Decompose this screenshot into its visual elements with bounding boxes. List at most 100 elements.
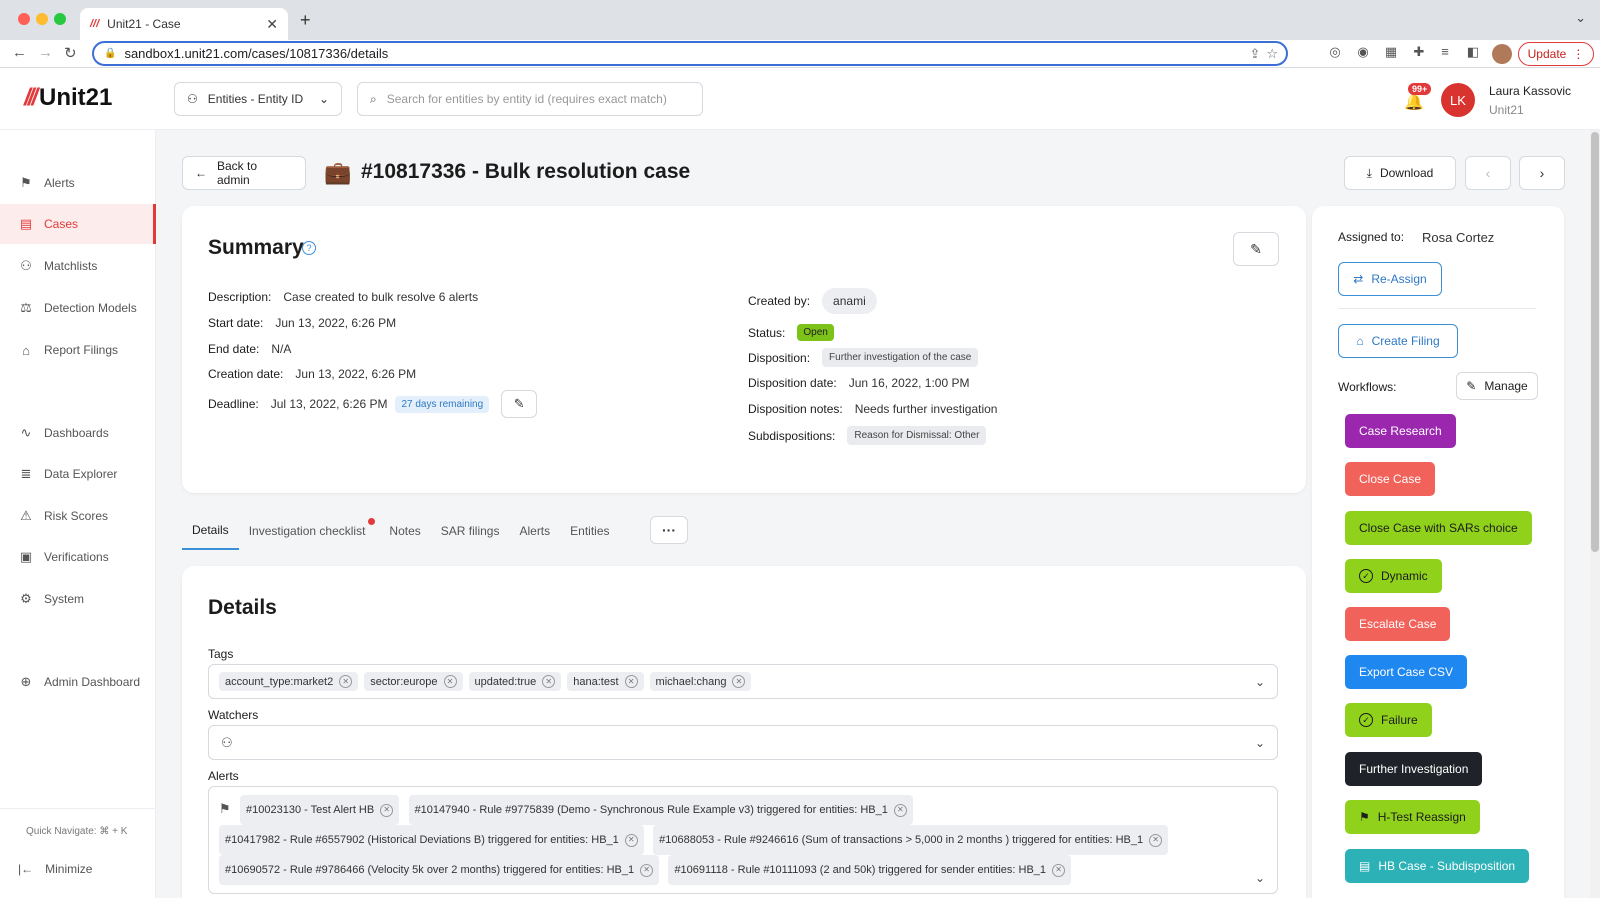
edit-icon: ✎ xyxy=(1250,240,1262,257)
quick-navigate-hint: Quick Navigate: ⌘ + K xyxy=(26,826,128,837)
alerts-input[interactable]: ⚑ #10023130 - Test Alert HB ✕ #10147940 -… xyxy=(208,786,1278,894)
workflow-label: Close Case with SARs choice xyxy=(1359,521,1518,535)
remove-alert-icon[interactable]: ✕ xyxy=(893,803,907,817)
workflow-button-export-case-csv[interactable]: Export Case CSV xyxy=(1345,655,1468,689)
user-org: Unit21 xyxy=(1489,103,1524,117)
remove-alert-icon[interactable]: ✕ xyxy=(1052,863,1066,877)
sidebar-item-report-filings[interactable]: ⌂ Report Filings xyxy=(0,330,156,370)
field-label: Description: xyxy=(208,290,272,304)
sidepanel-icon[interactable]: ◧ xyxy=(1464,44,1482,62)
workflow-button-escalate-case[interactable]: Escalate Case xyxy=(1345,607,1451,641)
avatar[interactable]: LK xyxy=(1441,83,1475,117)
minimize-window-button[interactable] xyxy=(36,13,48,25)
field-label: Disposition date: xyxy=(748,376,837,390)
workflow-button-close-case-with-sars-choice[interactable]: Close Case with SARs choice xyxy=(1345,511,1532,545)
media-icon[interactable]: ≡ xyxy=(1436,44,1454,62)
edit-deadline-button[interactable]: ✎ xyxy=(501,390,538,418)
puzzle-icon[interactable]: ✚ xyxy=(1410,44,1428,62)
workflow-button-dynamic[interactable]: ✓ Dynamic xyxy=(1345,559,1442,593)
sidebar-item-admin-dashboard[interactable]: ⊕ Admin Dashboard xyxy=(0,662,156,702)
entity-type-select[interactable]: ⚇ Entities - Entity ID ⌄ xyxy=(174,82,342,116)
sidebar-item-system[interactable]: ⚙ System xyxy=(0,579,156,619)
remove-alert-icon[interactable]: ✕ xyxy=(1149,833,1163,847)
manage-workflows-button[interactable]: ✎ Manage xyxy=(1456,372,1538,400)
update-button[interactable]: Update ⋮ xyxy=(1518,42,1594,66)
entity-search-input[interactable]: ⌕ Search for entities by entity id (requ… xyxy=(357,82,703,116)
previous-case-button[interactable]: ‹ xyxy=(1465,156,1511,190)
sidebar-item-cases[interactable]: ▤ Cases xyxy=(0,204,156,244)
extension-icon[interactable]: ◉ xyxy=(1354,44,1372,62)
extension-icon[interactable]: ▦ xyxy=(1382,44,1400,62)
share-icon[interactable]: ⇪ xyxy=(1249,46,1260,62)
close-tab-icon[interactable]: ✕ xyxy=(266,16,278,33)
tab-investigation-checklist[interactable]: Investigation checklist xyxy=(239,512,380,550)
remove-alert-icon[interactable]: ✕ xyxy=(624,833,638,847)
back-arrow-icon[interactable]: ← xyxy=(12,44,27,61)
close-window-button[interactable] xyxy=(18,13,30,25)
sidebar-item-dashboards[interactable]: ∿ Dashboards xyxy=(0,413,156,453)
subdisposition-chip: Reason for Dismissal: Other xyxy=(847,426,987,445)
sidebar-item-alerts[interactable]: ⚑ Alerts xyxy=(0,163,156,203)
workflow-button-close-case[interactable]: Close Case xyxy=(1345,462,1436,496)
workflow-button-h-test-reassign[interactable]: ⚑ H-Test Reassign xyxy=(1345,800,1480,834)
edit-summary-button[interactable]: ✎ xyxy=(1233,232,1279,266)
chevron-down-icon[interactable]: ⌄ xyxy=(1575,10,1586,26)
workflow-button-case-research[interactable]: Case Research xyxy=(1345,414,1456,448)
status-field: Status: Open xyxy=(748,324,834,341)
tags-input[interactable]: account_type:market2 ✕ sector:europe ✕ upd… xyxy=(208,664,1278,699)
tab-details[interactable]: Details xyxy=(182,512,239,550)
help-icon[interactable]: ? xyxy=(302,241,316,255)
forward-arrow-icon[interactable]: → xyxy=(38,44,53,61)
workflow-button-failure[interactable]: ✓ Failure xyxy=(1345,703,1432,737)
sidebar-item-verifications[interactable]: ▣ Verifications xyxy=(0,537,156,577)
workflow-button-further-investigation[interactable]: Further Investigation xyxy=(1345,752,1483,786)
browser-tab[interactable]: /// Unit21 - Case ✕ xyxy=(80,8,288,40)
remove-tag-icon[interactable]: ✕ xyxy=(624,675,638,688)
sidebar-item-data-explorer[interactable]: ≣ Data Explorer xyxy=(0,454,156,494)
next-case-button[interactable]: › xyxy=(1519,156,1565,190)
tab-alerts[interactable]: Alerts xyxy=(509,512,560,550)
chevron-down-icon[interactable]: ⌄ xyxy=(1255,871,1265,885)
back-to-admin-button[interactable]: ← Back to admin xyxy=(182,156,306,190)
tab-notes[interactable]: Notes xyxy=(379,512,430,550)
reassign-button[interactable]: ⇄ Re-Assign xyxy=(1338,262,1442,296)
search-placeholder: Search for entities by entity id (requir… xyxy=(386,92,667,106)
minimize-button[interactable]: |← Minimize xyxy=(18,862,92,876)
maximize-window-button[interactable] xyxy=(54,13,66,25)
watchers-input[interactable]: ⚇ ⌄ xyxy=(208,725,1278,760)
sidebar-item-detection-models[interactable]: ⚖ Detection Models xyxy=(0,288,156,328)
create-filing-button[interactable]: ⌂ Create Filing xyxy=(1338,324,1458,358)
remove-tag-icon[interactable]: ✕ xyxy=(443,675,457,688)
unit21-logo[interactable]: /// Unit21 xyxy=(24,84,112,112)
tab-sar-filings[interactable]: SAR filings xyxy=(431,512,510,550)
profile-avatar[interactable] xyxy=(1492,44,1512,64)
assigned-value: Rosa Cortez xyxy=(1422,230,1495,245)
more-tabs-button[interactable]: ··· xyxy=(650,516,688,544)
download-button[interactable]: ⤓ Download xyxy=(1344,156,1456,190)
summary-card xyxy=(182,206,1306,493)
reload-icon[interactable]: ↻ xyxy=(64,44,77,62)
remove-tag-icon[interactable]: ✕ xyxy=(542,675,556,688)
created-by-field: Created by: anami xyxy=(748,288,877,314)
notification-dot xyxy=(368,518,376,525)
address-bar[interactable]: 🔒 sandbox1.unit21.com/cases/10817336/det… xyxy=(92,41,1288,66)
remove-tag-icon[interactable]: ✕ xyxy=(732,675,746,688)
new-tab-icon[interactable]: + xyxy=(300,10,311,31)
sidebar-item-matchlists[interactable]: ⚇ Matchlists xyxy=(0,246,156,286)
scrollbar-thumb[interactable] xyxy=(1591,132,1599,552)
chevron-down-icon[interactable]: ⌄ xyxy=(1255,675,1265,689)
bell-icon[interactable]: 🔔 xyxy=(1404,92,1424,112)
star-icon[interactable]: ☆ xyxy=(1266,46,1278,62)
remove-alert-icon[interactable]: ✕ xyxy=(640,863,654,877)
remove-alert-icon[interactable]: ✕ xyxy=(380,803,394,817)
tag-chip: hana:test ✕ xyxy=(567,672,644,691)
sidebar-item-risk-scores[interactable]: ⚠ Risk Scores xyxy=(0,496,156,536)
alert-label: #10147940 - Rule #9775839 (Demo - Synchr… xyxy=(414,804,888,816)
remove-tag-icon[interactable]: ✕ xyxy=(339,675,353,688)
extension-icon[interactable]: ◎ xyxy=(1326,44,1344,62)
disposition-notes-field: Disposition notes: Needs further investig… xyxy=(748,402,997,416)
workflow-button-hb-case-subdisposition[interactable]: ▤ HB Case - Subdisposition xyxy=(1345,849,1530,883)
document-icon: ▤ xyxy=(1359,859,1371,873)
chevron-down-icon[interactable]: ⌄ xyxy=(1255,736,1265,750)
tab-entities[interactable]: Entities xyxy=(560,512,619,550)
